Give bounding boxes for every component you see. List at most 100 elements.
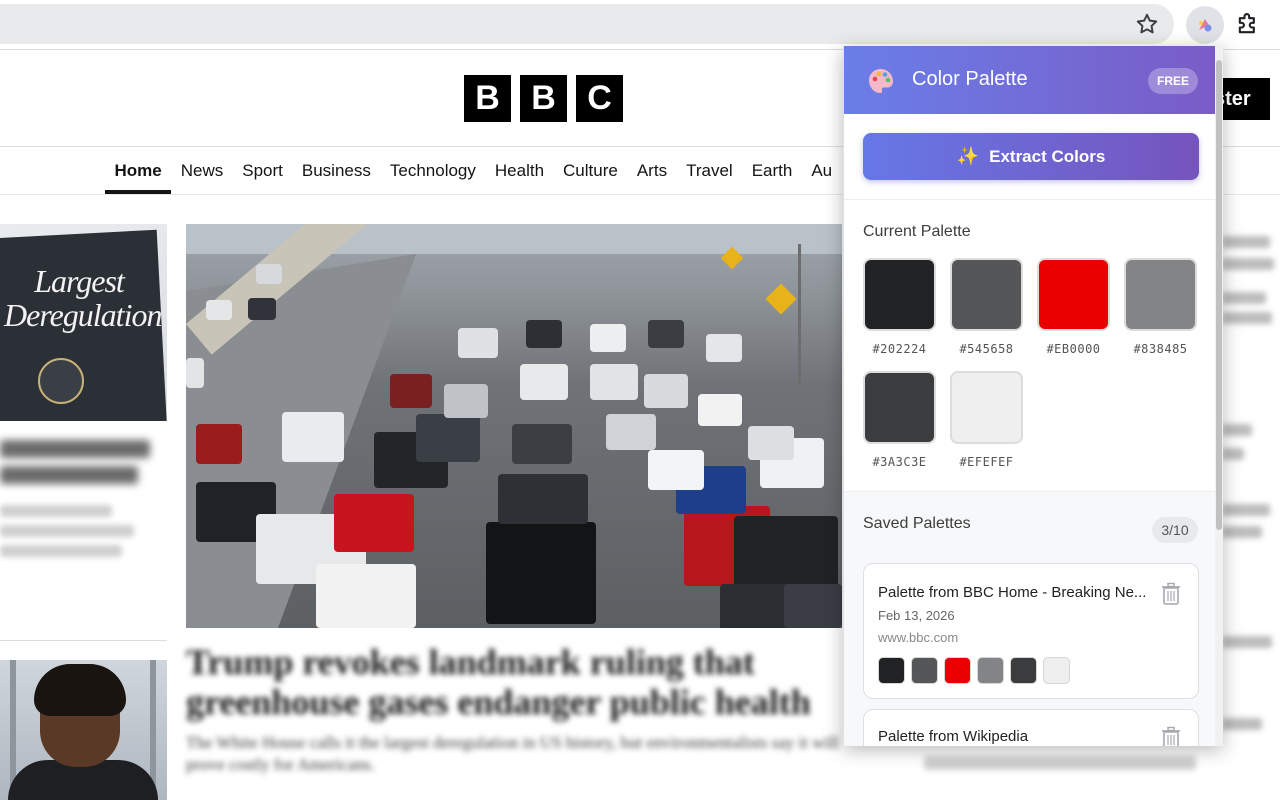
color-palette-popup: Color Palette FREE ✨ Extract Colors Curr… (843, 46, 1223, 746)
sign-pole (798, 244, 801, 384)
car (316, 564, 416, 628)
nav-item-audio[interactable]: Au (802, 147, 842, 194)
blurred-text (0, 545, 122, 557)
swatch-3[interactable] (1037, 258, 1110, 331)
saved-palette-title: Palette from Wikipedia (878, 728, 1029, 745)
swatch-6[interactable] (950, 371, 1023, 444)
palette-extension-button[interactable] (1186, 6, 1224, 44)
car (458, 328, 498, 358)
blurred-text (1222, 258, 1274, 270)
browser-toolbar (0, 0, 1280, 50)
nav-item-sport[interactable]: Sport (233, 147, 293, 194)
popup-header: Color Palette FREE (844, 46, 1223, 114)
popup-scrollbar-thumb[interactable] (1216, 60, 1222, 530)
mini-swatch[interactable] (878, 657, 905, 684)
mini-swatch[interactable] (911, 657, 938, 684)
car (648, 450, 704, 490)
car (416, 414, 480, 462)
nav-item-travel[interactable]: Travel (677, 147, 743, 194)
hero-headline[interactable]: Trump revokes landmark ruling that green… (186, 642, 846, 722)
nav-item-health[interactable]: Health (485, 147, 553, 194)
truck (486, 522, 596, 624)
nav-item-arts[interactable]: Arts (627, 147, 676, 194)
star-icon[interactable] (1134, 11, 1160, 37)
nav-item-earth[interactable]: Earth (742, 147, 802, 194)
logo-letter: C (576, 75, 623, 122)
story-divider (0, 640, 167, 641)
sign-text: Largest Deregulation (4, 263, 162, 333)
swatch-2[interactable] (950, 258, 1023, 331)
extract-colors-label: Extract Colors (989, 146, 1106, 166)
nav-item-technology[interactable]: Technology (380, 147, 485, 194)
car (590, 364, 638, 400)
car (590, 324, 626, 352)
car (706, 334, 742, 362)
car (444, 384, 488, 418)
car (256, 264, 282, 284)
car (498, 474, 588, 524)
saved-count-badge: 3/10 (1152, 517, 1198, 543)
car (206, 300, 232, 320)
presidential-seal-icon (38, 358, 84, 404)
car (520, 364, 568, 400)
swatch-3-hex[interactable]: #EB0000 (1037, 342, 1110, 356)
extract-colors-button[interactable]: ✨ Extract Colors (863, 133, 1199, 180)
swatch-4[interactable] (1124, 258, 1197, 331)
blurred-text (1222, 448, 1244, 460)
saved-palette-card[interactable]: Palette from BBC Home - Breaking Ne... F… (863, 563, 1199, 699)
saved-palette-date: Feb 13, 2026 (878, 608, 955, 623)
blurred-text (1222, 718, 1262, 730)
saved-palette-card[interactable]: Palette from Wikipedia (863, 709, 1199, 746)
nav-item-business[interactable]: Business (292, 147, 380, 194)
mini-swatch[interactable] (977, 657, 1004, 684)
car (606, 414, 656, 450)
blurred-text (0, 525, 134, 537)
puzzle-icon[interactable] (1234, 10, 1262, 38)
blurred-headline (0, 440, 150, 458)
mini-swatch[interactable] (1043, 657, 1070, 684)
mini-swatch[interactable] (944, 657, 971, 684)
swatch-2-hex[interactable]: #545658 (950, 342, 1023, 356)
car (186, 358, 204, 388)
car (248, 298, 276, 320)
swatch-5[interactable] (863, 371, 936, 444)
nav-item-news[interactable]: News (171, 147, 233, 194)
palette-icon (869, 69, 893, 93)
blurred-text (1222, 312, 1272, 324)
nav-item-culture[interactable]: Culture (554, 147, 628, 194)
saved-palette-title: Palette from BBC Home - Breaking Ne... (878, 584, 1147, 601)
plan-badge: FREE (1148, 68, 1198, 94)
car (282, 412, 344, 462)
address-bar[interactable] (0, 4, 1174, 44)
swatch-5-hex[interactable]: #3A3C3E (863, 455, 936, 469)
logo-letter: B (520, 75, 567, 122)
sparkle-icon: ✨ (956, 146, 980, 166)
blurred-text (1222, 236, 1270, 248)
story-image-person[interactable] (0, 660, 167, 800)
blurred-text (1222, 504, 1270, 516)
swatch-4-hex[interactable]: #838485 (1124, 342, 1197, 356)
car (644, 374, 688, 408)
swatch-1[interactable] (863, 258, 936, 331)
current-palette-title: Current Palette (863, 223, 971, 240)
story-image-deregulation[interactable]: Largest Deregulation (0, 224, 167, 421)
swatch-6-hex[interactable]: #EFEFEF (950, 455, 1023, 469)
trash-icon[interactable] (1160, 726, 1182, 746)
blurred-text (1222, 292, 1266, 304)
hero-image-traffic[interactable] (186, 224, 842, 628)
nav-item-home[interactable]: Home (105, 147, 172, 194)
blurred-text (1222, 424, 1252, 436)
browser-window: B B C ster Home News Sport Business Tech… (0, 0, 1280, 800)
car (196, 424, 242, 464)
swatch-1-hex[interactable]: #202224 (863, 342, 936, 356)
person-hair (34, 664, 126, 716)
mini-swatch[interactable] (1010, 657, 1037, 684)
trash-icon[interactable] (1160, 582, 1182, 606)
bbc-logo[interactable]: B B C (464, 75, 623, 122)
blurred-text (1222, 636, 1272, 648)
car (512, 424, 572, 464)
blurred-headline (0, 466, 138, 484)
main-nav: Home News Sport Business Technology Heal… (105, 147, 842, 194)
car (784, 584, 842, 628)
warning-sign-icon (765, 283, 797, 315)
